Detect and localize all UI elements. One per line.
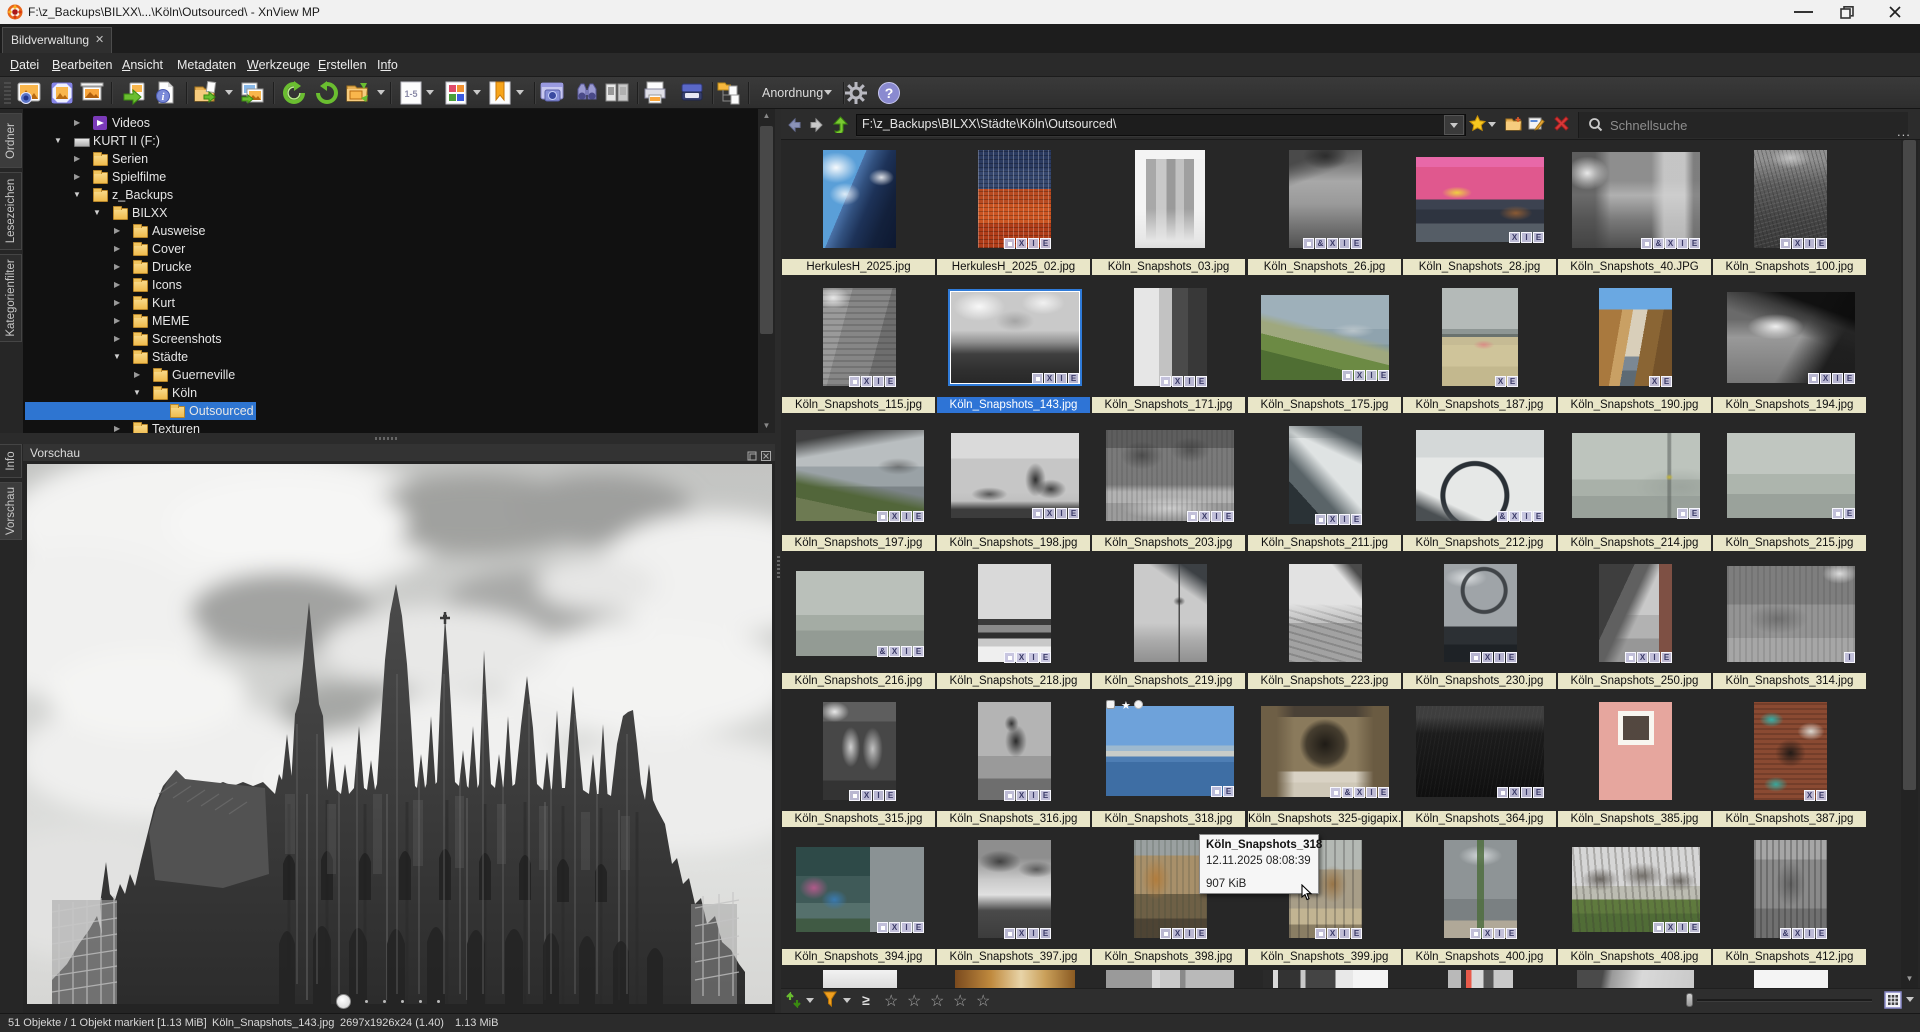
svg-text:1-5: 1-5 — [404, 89, 417, 99]
svg-text:?: ? — [885, 85, 894, 101]
